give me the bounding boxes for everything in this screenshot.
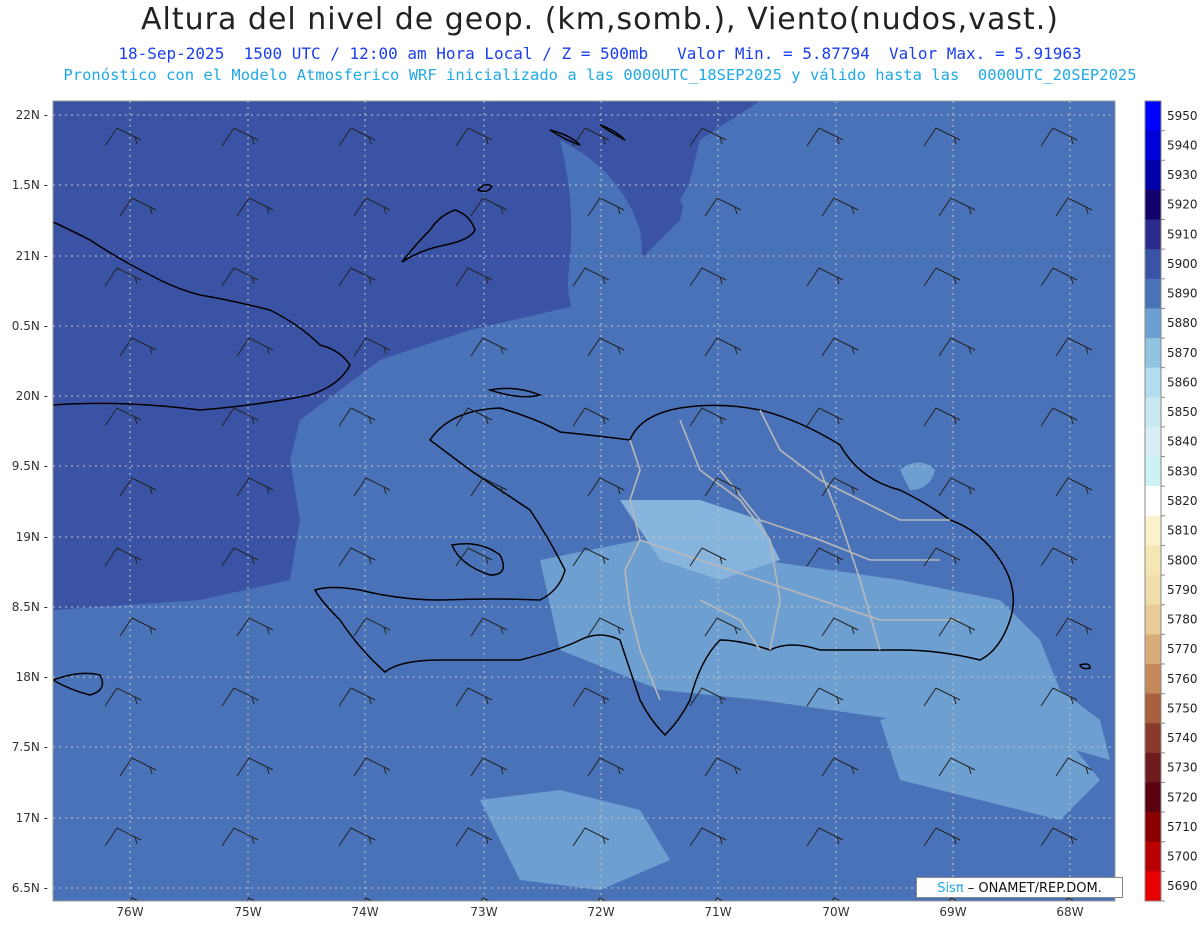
- colorbar-label: 5910: [1167, 227, 1198, 241]
- colorbar-swatch: [1145, 812, 1161, 843]
- colorbar-label: 5890: [1167, 287, 1198, 301]
- latitude-label: 1.5N -: [12, 178, 48, 192]
- forecast-map: 22N - 1.5N - 21N - 0.5N - 20N - 9.5N - 19N - 8.…: [12, 100, 1198, 919]
- latitude-label: 7.5N -: [12, 740, 48, 754]
- longitude-label: 74W: [351, 905, 378, 919]
- colorbar-swatch: [1145, 160, 1161, 191]
- colorbar-label: 5730: [1167, 761, 1198, 775]
- longitude-label: 73W: [470, 905, 497, 919]
- colorbar-label: 5800: [1167, 553, 1198, 567]
- longitude-label: 72W: [587, 905, 614, 919]
- longitude-labels: 76W 75W 74W 73W 72W 71W 70W 69W 68W: [116, 905, 1083, 919]
- colorbar-swatch: [1145, 189, 1161, 221]
- latitude-label: 19N -: [16, 530, 48, 544]
- colorbar-swatch: [1145, 663, 1161, 695]
- colorbar-swatch: [1145, 278, 1161, 309]
- colorbar-label: 5940: [1167, 138, 1198, 152]
- colorbar-swatch: [1145, 426, 1161, 458]
- colorbar-label: 5770: [1167, 642, 1198, 656]
- longitude-label: 68W: [1056, 905, 1083, 919]
- colorbar-swatch: [1145, 723, 1161, 754]
- colorbar-swatch: [1145, 249, 1161, 280]
- colorbar-label: 5690: [1167, 879, 1198, 893]
- colorbar-label: 5740: [1167, 731, 1198, 745]
- colorbar-swatch: [1145, 841, 1161, 872]
- colorbar-swatch: [1145, 752, 1161, 783]
- colorbar-swatch: [1145, 782, 1161, 813]
- colorbar-label: 5920: [1167, 198, 1198, 212]
- colorbar-label: 5750: [1167, 701, 1198, 715]
- colorbar-label: 5810: [1167, 524, 1198, 538]
- colorbar-label: 5900: [1167, 257, 1198, 271]
- colorbar-swatch: [1145, 219, 1161, 250]
- colorbar-swatch: [1145, 456, 1161, 487]
- colorbar-label: 5760: [1167, 672, 1198, 686]
- latitude-label: 17N -: [16, 811, 48, 825]
- colorbar-label: 5720: [1167, 790, 1198, 804]
- colorbar-swatch: [1145, 338, 1161, 369]
- latitude-label: 21N -: [16, 249, 48, 263]
- colorbar-swatch: [1145, 308, 1161, 339]
- credit-box: Sisπ – ONAMET/REP.DOM.: [916, 877, 1123, 898]
- colorbar-swatch: [1145, 871, 1161, 902]
- colorbar-label: 5780: [1167, 613, 1198, 627]
- latitude-labels: 22N - 1.5N - 21N - 0.5N - 20N - 9.5N - 19N - 8.…: [12, 108, 48, 895]
- credit-onamet: – ONAMET/REP.DOM.: [963, 881, 1102, 896]
- colorbar-label: 5700: [1167, 850, 1198, 864]
- colorbar-label: 5950: [1167, 109, 1198, 123]
- colorbar-swatch: [1145, 693, 1161, 724]
- colorbar: 5950 5940 5930 5920 5910 5900 5890 5880 5870 5860…: [1144, 100, 1198, 902]
- colorbar-swatch: [1145, 545, 1161, 576]
- colorbar-swatch: [1145, 367, 1161, 398]
- longitude-label: 76W: [116, 905, 143, 919]
- colorbar-swatch: [1145, 604, 1161, 635]
- latitude-label: 9.5N -: [12, 459, 48, 473]
- longitude-label: 71W: [704, 905, 731, 919]
- latitude-label: 0.5N -: [12, 319, 48, 333]
- longitude-label: 70W: [822, 905, 849, 919]
- colorbar-swatch: [1145, 515, 1161, 546]
- colorbar-label: 5870: [1167, 346, 1198, 360]
- longitude-label: 69W: [939, 905, 966, 919]
- longitude-label: 75W: [234, 905, 261, 919]
- latitude-label: 8.5N -: [12, 600, 48, 614]
- latitude-label: 22N -: [16, 108, 48, 122]
- colorbar-label: 5790: [1167, 583, 1198, 597]
- colorbar-swatch: [1145, 130, 1161, 161]
- colorbar-swatch: [1145, 101, 1161, 132]
- colorbar-swatch: [1145, 575, 1161, 606]
- colorbar-label: 5820: [1167, 494, 1198, 508]
- colorbar-swatch: [1145, 486, 1161, 517]
- colorbar-label: 5860: [1167, 375, 1198, 389]
- colorbar-label: 5880: [1167, 316, 1198, 330]
- colorbar-swatch: [1145, 397, 1161, 428]
- credit-sis: Sisπ: [937, 881, 964, 896]
- latitude-label: 20N -: [16, 389, 48, 403]
- geopotential-fill: [53, 101, 1115, 901]
- colorbar-label: 5930: [1167, 168, 1198, 182]
- colorbar-swatch: [1145, 634, 1161, 665]
- latitude-label: 18N -: [16, 670, 48, 684]
- latitude-label: 6.5N -: [12, 881, 48, 895]
- colorbar-label: 5830: [1167, 464, 1198, 478]
- colorbar-label: 5840: [1167, 435, 1198, 449]
- colorbar-label: 5710: [1167, 820, 1198, 834]
- colorbar-label: 5850: [1167, 405, 1198, 419]
